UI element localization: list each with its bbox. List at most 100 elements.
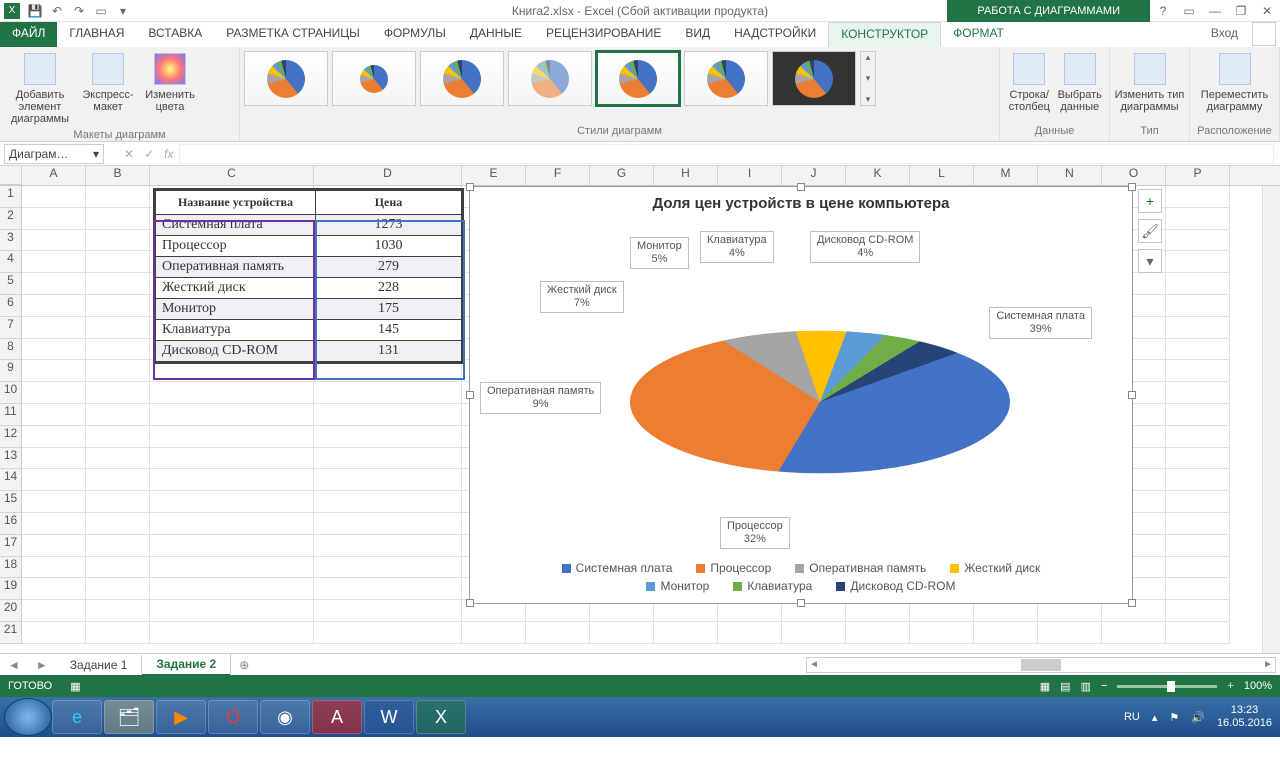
chart-styles-button[interactable]: 🖌: [1138, 219, 1162, 243]
tab-design[interactable]: КОНСТРУКТОР: [828, 22, 941, 47]
table-cell[interactable]: 145: [316, 320, 462, 341]
pie-chart[interactable]: [630, 257, 1010, 537]
chevron-down-icon[interactable]: ▾: [93, 147, 99, 161]
col-header[interactable]: G: [590, 166, 654, 185]
cell[interactable]: [782, 622, 846, 644]
cell[interactable]: [1166, 317, 1230, 339]
task-chrome-icon[interactable]: ◉: [260, 700, 310, 734]
tab-home[interactable]: ГЛАВНАЯ: [57, 22, 136, 47]
tab-review[interactable]: РЕЦЕНЗИРОВАНИЕ: [534, 22, 673, 47]
col-header[interactable]: D: [314, 166, 462, 185]
col-header[interactable]: C: [150, 166, 314, 185]
new-sheet-icon[interactable]: ⊕: [231, 658, 257, 672]
table-cell[interactable]: 279: [316, 257, 462, 278]
col-header[interactable]: L: [910, 166, 974, 185]
cell[interactable]: [1102, 622, 1166, 644]
cell[interactable]: [86, 382, 150, 404]
tab-view[interactable]: ВИД: [673, 22, 722, 47]
cell[interactable]: [22, 426, 86, 448]
table-cell[interactable]: Жесткий диск: [156, 278, 316, 299]
cell[interactable]: [150, 469, 314, 491]
login-link[interactable]: Вход: [1211, 22, 1248, 47]
tab-page-layout[interactable]: РАЗМЕТКА СТРАНИЦЫ: [214, 22, 372, 47]
cell[interactable]: [974, 622, 1038, 644]
start-button[interactable]: [4, 698, 52, 736]
zoom-slider[interactable]: [1117, 685, 1217, 688]
cell[interactable]: [1166, 339, 1230, 361]
cell[interactable]: [1166, 469, 1230, 491]
cell[interactable]: [1166, 404, 1230, 426]
row-header[interactable]: 13: [0, 448, 22, 470]
cell[interactable]: [86, 622, 150, 644]
cell[interactable]: [1166, 251, 1230, 273]
cell[interactable]: [1166, 360, 1230, 382]
row-header[interactable]: 21: [0, 622, 22, 644]
cell[interactable]: [22, 208, 86, 230]
chart-style-7[interactable]: [772, 51, 856, 106]
row-header[interactable]: 11: [0, 404, 22, 426]
express-layout-button[interactable]: Экспресс-макет: [76, 51, 140, 113]
formula-input[interactable]: [179, 144, 1274, 164]
spreadsheet-grid[interactable]: ABCDEFGHIJKLMNOP 12345678910111213141516…: [0, 166, 1280, 653]
cell[interactable]: [86, 339, 150, 361]
chart-object[interactable]: Доля цен устройств в цене компьютера Сис…: [469, 186, 1133, 604]
macro-record-icon[interactable]: ▦: [70, 680, 80, 693]
cell[interactable]: [86, 426, 150, 448]
zoom-level[interactable]: 100%: [1244, 680, 1272, 692]
cell[interactable]: [22, 295, 86, 317]
chart-style-3[interactable]: [420, 51, 504, 106]
qat-dropdown-icon[interactable]: ▾: [112, 1, 134, 21]
cell[interactable]: [22, 251, 86, 273]
user-avatar-icon[interactable]: [1252, 22, 1276, 46]
cell[interactable]: [910, 622, 974, 644]
table-cell[interactable]: 131: [316, 341, 462, 362]
maximize-icon[interactable]: ❐: [1228, 4, 1254, 18]
table-cell[interactable]: Системная плата: [156, 215, 316, 236]
tab-addins[interactable]: НАДСТРОЙКИ: [722, 22, 828, 47]
col-header[interactable]: P: [1166, 166, 1230, 185]
table-cell[interactable]: 1273: [316, 215, 462, 236]
cell[interactable]: [22, 230, 86, 252]
select-all-cell[interactable]: [0, 166, 22, 185]
chart-style-5-selected[interactable]: [596, 51, 680, 106]
col-header[interactable]: N: [1038, 166, 1102, 185]
chart-title[interactable]: Доля цен устройств в цене компьютера: [470, 187, 1132, 214]
cell[interactable]: [22, 186, 86, 208]
col-header[interactable]: F: [526, 166, 590, 185]
qat-undo-icon[interactable]: ↶: [46, 1, 68, 21]
row-header[interactable]: 16: [0, 513, 22, 535]
row-header[interactable]: 19: [0, 578, 22, 600]
task-word-icon[interactable]: W: [364, 700, 414, 734]
col-header[interactable]: H: [654, 166, 718, 185]
cell[interactable]: [86, 360, 150, 382]
cell[interactable]: [1166, 600, 1230, 622]
chart-style-6[interactable]: [684, 51, 768, 106]
cell[interactable]: [22, 273, 86, 295]
cell[interactable]: [1166, 186, 1230, 208]
task-media-icon[interactable]: ▶: [156, 700, 206, 734]
cell[interactable]: [1166, 448, 1230, 470]
cell[interactable]: [150, 535, 314, 557]
fx-icon[interactable]: fx: [164, 147, 173, 161]
cell[interactable]: [86, 469, 150, 491]
cell[interactable]: [150, 578, 314, 600]
row-header[interactable]: 4: [0, 251, 22, 273]
cell[interactable]: [314, 513, 462, 535]
chart-style-2[interactable]: [332, 51, 416, 106]
chart-style-4[interactable]: [508, 51, 592, 106]
cell[interactable]: [22, 317, 86, 339]
cell[interactable]: [1038, 622, 1102, 644]
horizontal-scrollbar[interactable]: ◄►: [806, 657, 1276, 673]
col-header[interactable]: M: [974, 166, 1038, 185]
switch-row-col-button[interactable]: Строка/столбец: [1004, 51, 1055, 113]
change-colors-button[interactable]: Изменить цвета: [140, 51, 200, 113]
tab-file[interactable]: ФАЙЛ: [0, 22, 57, 47]
change-chart-type-button[interactable]: Изменить тип диаграммы: [1114, 51, 1185, 113]
col-header[interactable]: I: [718, 166, 782, 185]
table-cell[interactable]: Клавиатура: [156, 320, 316, 341]
cell[interactable]: [150, 448, 314, 470]
table-cell[interactable]: Дисковод CD-ROM: [156, 341, 316, 362]
cell[interactable]: [22, 622, 86, 644]
row-header[interactable]: 1: [0, 186, 22, 208]
qat-save-icon[interactable]: 💾: [24, 1, 46, 21]
